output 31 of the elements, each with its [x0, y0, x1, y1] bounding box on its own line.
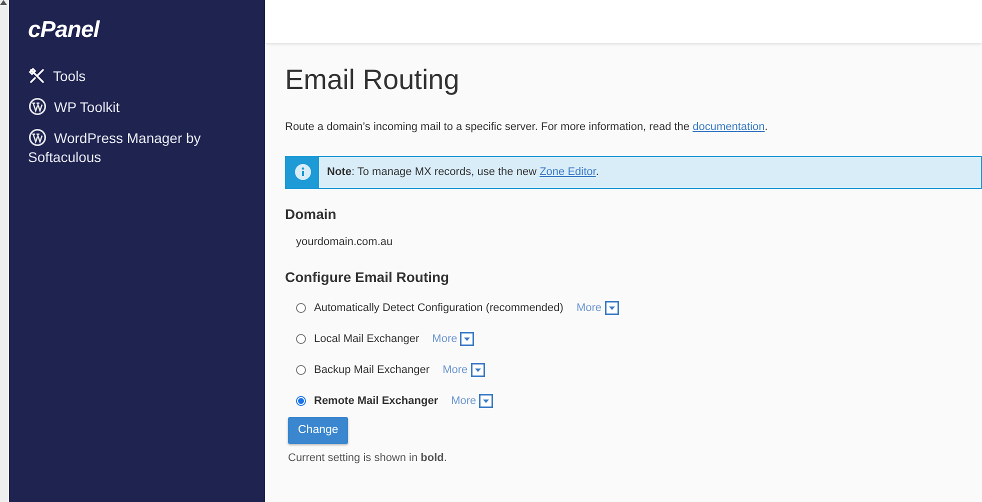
- caret-icon: [470, 363, 485, 377]
- option-label[interactable]: Automatically Detect Configuration (recommended): [314, 300, 564, 316]
- caret-icon: [604, 301, 619, 315]
- note-text: Note: To manage MX records, use the new Zone Editor.: [326, 164, 599, 180]
- wordpress-icon: [28, 128, 47, 147]
- radio-button[interactable]: [296, 365, 306, 375]
- domain-heading: Domain: [285, 204, 338, 224]
- tools-icon: [28, 67, 46, 85]
- caret-icon: [460, 332, 474, 346]
- option-label[interactable]: Remote Mail Exchanger: [314, 392, 438, 410]
- radio-button[interactable]: [296, 334, 306, 344]
- wordpress-icon: [28, 97, 47, 116]
- option-label[interactable]: Local Mail Exchanger: [314, 330, 420, 348]
- documentation-link[interactable]: documentation: [692, 121, 765, 133]
- sidebar-item[interactable]: Tools: [28, 67, 246, 86]
- radio-button[interactable]: [296, 303, 306, 313]
- footnote-text: Current setting is shown in bold.: [288, 451, 448, 466]
- scroll-arrow-icon[interactable]: [0, 0, 7, 5]
- change-button[interactable]: Change: [288, 417, 348, 444]
- description-text: Route a domain’s incoming mail to a specific server. For more information, read the documentation.: [285, 120, 769, 135]
- radio-button[interactable]: [296, 396, 306, 406]
- page-title: Email Routing: [285, 63, 460, 97]
- domain-value: yourdomain.com.au: [296, 234, 394, 250]
- sidebar-item[interactable]: WordPress Manager by Softaculous: [28, 128, 246, 167]
- sidebar-item[interactable]: WP Toolkit: [28, 97, 246, 117]
- info-icon: [294, 164, 310, 180]
- logo[interactable]: cPanel: [28, 18, 100, 41]
- option-label[interactable]: Backup Mail Exchanger: [314, 362, 430, 378]
- caret-icon: [479, 394, 494, 408]
- routing-heading: Configure Email Routing: [285, 268, 450, 287]
- zone-editor-link[interactable]: Zone Editor: [540, 166, 596, 178]
